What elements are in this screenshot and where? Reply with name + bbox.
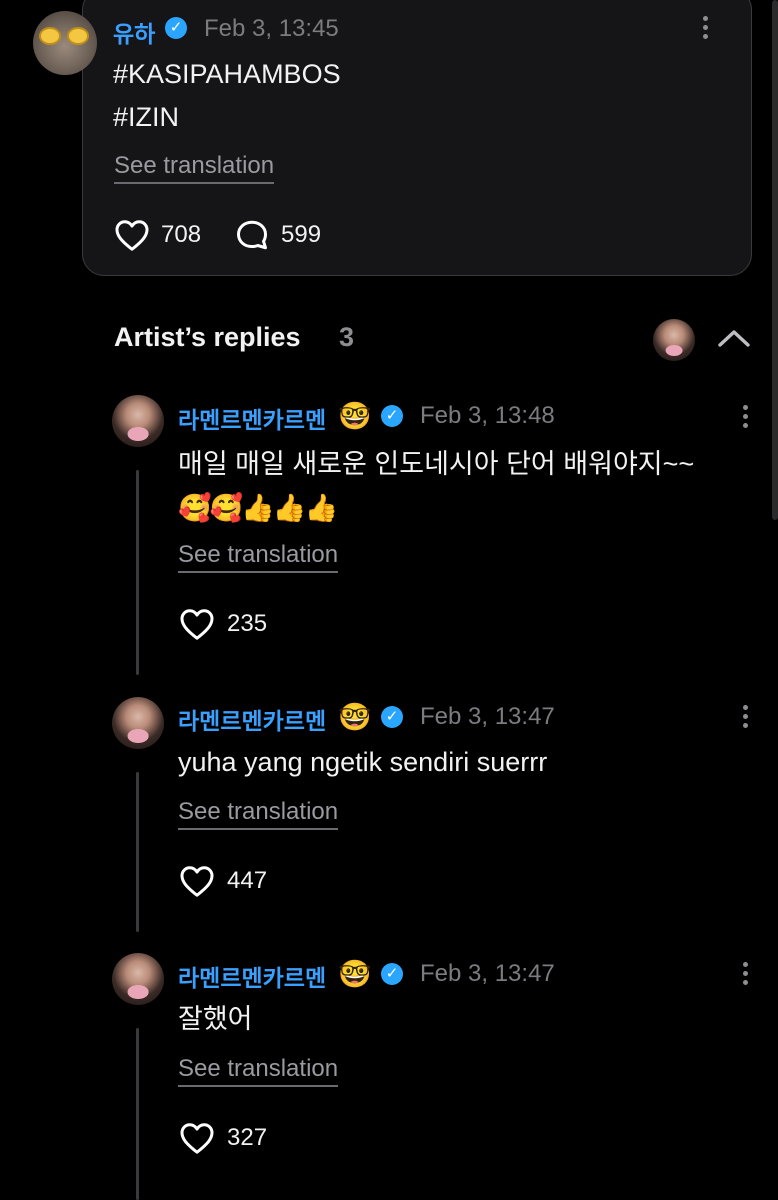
verified-badge-icon: ✓ xyxy=(381,963,403,985)
comment-count: 599 xyxy=(281,221,322,248)
verified-badge-icon: ✓ xyxy=(165,17,187,39)
post-author-name[interactable]: 유하 xyxy=(113,15,155,49)
glasses-right-icon xyxy=(67,27,89,45)
comment-bubble-icon[interactable] xyxy=(234,218,270,252)
nerd-face-emoji: 🤓 xyxy=(338,702,372,732)
artist-avatar-mini xyxy=(653,319,695,361)
see-translation-link[interactable]: See translation xyxy=(178,798,339,830)
verified-badge-icon: ✓ xyxy=(381,405,403,427)
reply-text: 잘했어 xyxy=(178,1004,253,1034)
more-options-icon[interactable] xyxy=(743,705,749,728)
author-avatar[interactable] xyxy=(33,11,97,75)
like-heart-icon[interactable] xyxy=(114,218,150,252)
reply-text: yuha yang ngetik sendiri suerrr xyxy=(178,747,548,777)
nerd-face-emoji: 🤓 xyxy=(338,401,372,431)
reply-avatar[interactable] xyxy=(112,395,164,447)
post-text-line-2: #IZIN xyxy=(113,102,180,132)
like-heart-icon[interactable] xyxy=(179,607,215,641)
thread-line xyxy=(136,1028,139,1200)
more-options-icon[interactable] xyxy=(743,405,749,428)
reply-author-name[interactable]: 라멘르멘카르멘 xyxy=(178,401,326,435)
see-translation-link[interactable]: See translation xyxy=(114,152,275,184)
like-count: 447 xyxy=(227,867,268,894)
reply-avatar[interactable] xyxy=(112,697,164,749)
glasses-left-icon xyxy=(39,27,61,45)
reply-text: 매일 매일 새로운 인도네시아 단어 배워야지~~ xyxy=(178,449,695,479)
more-options-icon[interactable] xyxy=(703,16,709,39)
post-time: Feb 3, 13:45 xyxy=(204,15,339,42)
reply-author-name[interactable]: 라멘르멘카르멘 xyxy=(178,702,326,736)
nerd-face-emoji: 🤓 xyxy=(338,959,372,989)
like-count: 708 xyxy=(161,221,202,248)
artist-replies-title: Artist’s replies xyxy=(114,322,301,352)
see-translation-link[interactable]: See translation xyxy=(178,1055,339,1087)
thread-line xyxy=(136,470,139,675)
like-count: 235 xyxy=(227,610,268,637)
scrollbar[interactable] xyxy=(772,0,778,520)
chevron-up-icon[interactable] xyxy=(717,327,751,349)
more-options-icon[interactable] xyxy=(743,962,749,985)
reply-emoji-line: 🥰🥰👍👍👍 xyxy=(178,493,338,523)
reply-time: Feb 3, 13:47 xyxy=(420,960,555,987)
like-heart-icon[interactable] xyxy=(179,864,215,898)
like-heart-icon[interactable] xyxy=(179,1121,215,1155)
artist-replies-count: 3 xyxy=(339,322,355,352)
reply-time: Feb 3, 13:47 xyxy=(420,703,555,730)
verified-badge-icon: ✓ xyxy=(381,706,403,728)
thread-line xyxy=(136,772,139,932)
reply-avatar[interactable] xyxy=(112,953,164,1005)
reply-author-name[interactable]: 라멘르멘카르멘 xyxy=(178,959,326,993)
reply-time: Feb 3, 13:48 xyxy=(420,402,555,429)
post-text-line-1: #KASIPAHAMBOS xyxy=(113,59,341,89)
like-count: 327 xyxy=(227,1124,268,1151)
see-translation-link[interactable]: See translation xyxy=(178,541,339,573)
